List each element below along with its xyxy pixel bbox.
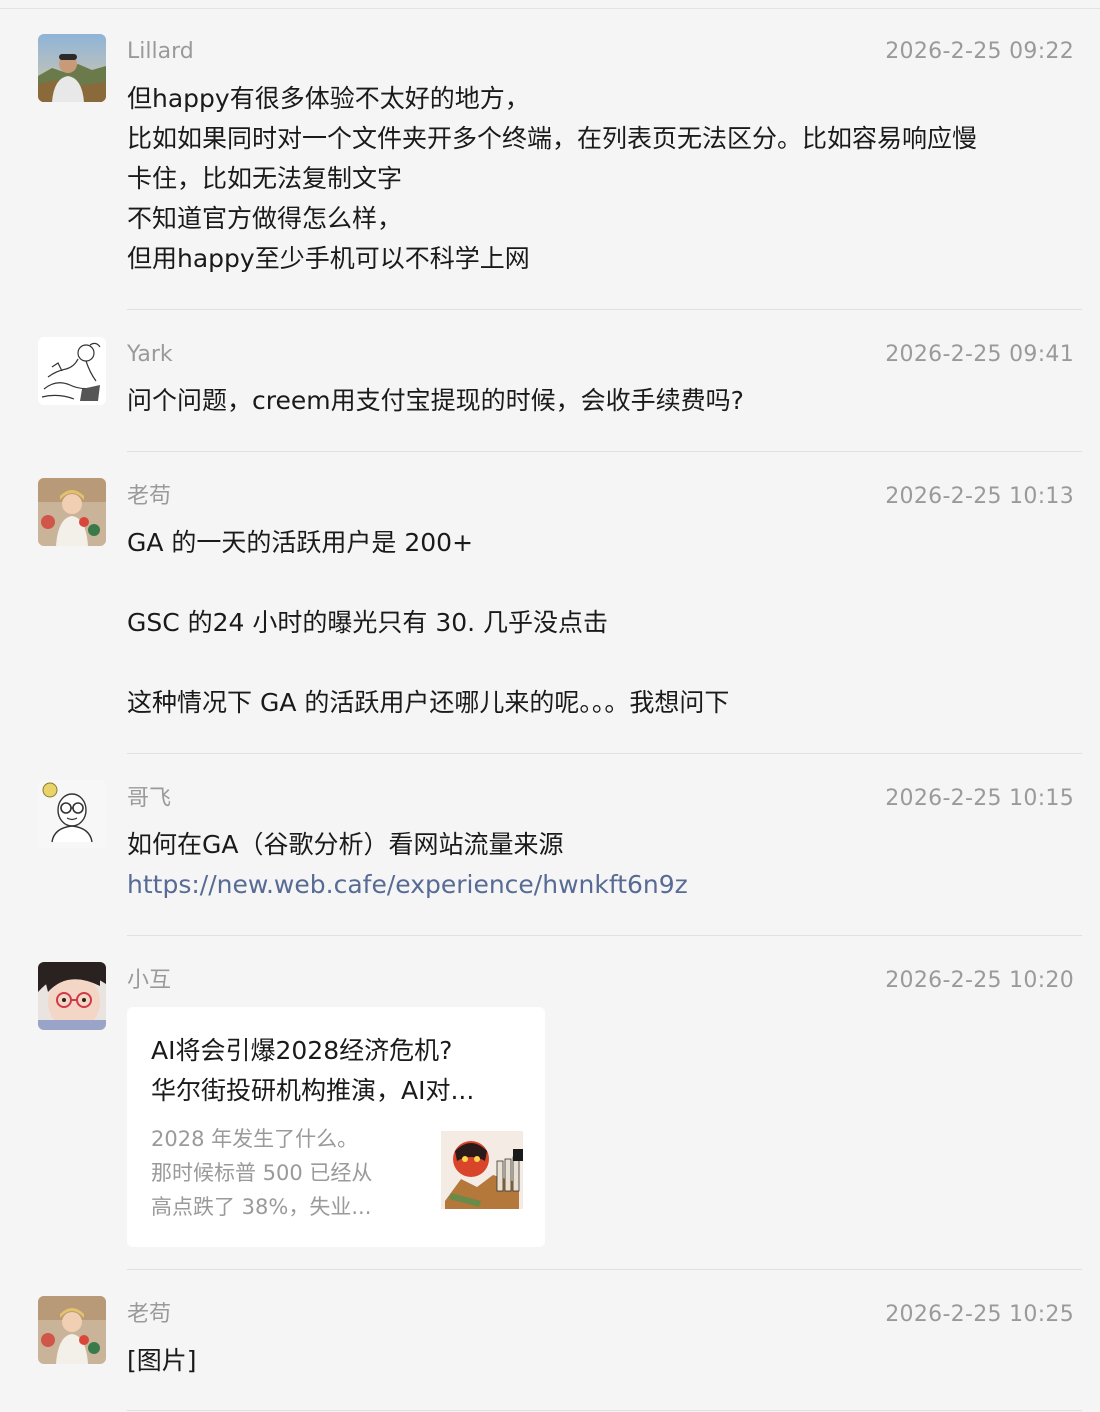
message-line: 比如如果同时对一个文件夹开多个终端，在列表页无法区分。比如容易响应慢 [127,124,978,153]
message-text: [图片] [127,1341,1082,1381]
article-card[interactable]: AI将会引爆2028经济危机? 华尔街投研机构推演，AI对... 2028 年发… [127,1007,545,1247]
message-line [127,563,1082,603]
avatar[interactable] [38,34,106,102]
avatar[interactable] [38,962,106,1030]
message-text: 但happy有很多体验不太好的地方， 比如如果同时对一个文件夹开多个终端，在列表… [127,79,1082,279]
message-line: 问个问题，creem用支付宝提现的时候，会收手续费吗? [127,386,744,415]
message-line image-placeholder[interactable]: [图片] [127,1341,1082,1381]
article-thumbnail-image [441,1131,523,1209]
timestamp: 2026-2-25 09:22 [885,39,1074,64]
sender-name: 老苟 [127,1302,172,1327]
top-divider [0,8,1100,9]
avatar[interactable] [38,478,106,546]
girl-glasses-avatar [38,962,106,1030]
article-card-description: 2028 年发生了什么。 那时候标普 500 已经从 高点跌了 38%，失业..… [151,1122,421,1224]
message-link[interactable]: https://new.web.cafe/experience/hwnkft6n… [127,865,1082,905]
child-photo-avatar [38,478,106,546]
article-card-title: AI将会引爆2028经济危机? 华尔街投研机构推演，AI对... [151,1031,531,1111]
timestamp: 2026-2-25 10:15 [885,786,1074,811]
message-line: 卡住，比如无法复制文字 [127,164,403,193]
timestamp: 2026-2-25 10:25 [885,1302,1074,1327]
cartoon-glasses-avatar [38,780,106,848]
message-line: 但用happy至少手机可以不科学上网 [127,244,530,273]
message-text: 问个问题，creem用支付宝提现的时候，会收手续费吗? [127,381,1082,421]
person-photo-avatar [38,34,106,102]
message-text: 如何在GA（谷歌分析）看网站流量来源 https://new.web.cafe/… [127,825,1082,905]
message-text: GA 的一天的活跃用户是 200+ GSC 的24 小时的曝光只有 30. 几乎… [127,523,1082,723]
article-title-line: AI将会引爆2028经济危机? [151,1036,453,1065]
timestamp: 2026-2-25 10:20 [885,968,1074,993]
timestamp: 2026-2-25 09:41 [885,342,1074,367]
child-photo-avatar [38,1296,106,1364]
message-line: 不知道官方做得怎么样， [127,204,403,233]
message-line: GSC 的24 小时的曝光只有 30. 几乎没点击 [127,608,609,637]
message-line: GA 的一天的活跃用户是 200+ [127,528,474,557]
avatar[interactable] [38,1296,106,1364]
article-desc-line: 那时候标普 500 已经从 [151,1161,373,1185]
message-line: 但happy有很多体验不太好的地方， [127,84,530,113]
article-desc-line: 高点跌了 38%，失业... [151,1195,372,1219]
article-thumbnail [441,1131,523,1209]
message-divider [127,1269,1082,1270]
message-line: 这种情况下 GA 的活跃用户还哪儿来的呢。。。我想问下 [127,688,730,717]
article-title-line: 华尔街投研机构推演，AI对... [151,1076,475,1105]
sketch-drawing-avatar [38,337,106,405]
avatar[interactable] [38,780,106,848]
sender-name: 小互 [127,968,172,993]
timestamp: 2026-2-25 10:13 [885,484,1074,509]
message-divider [127,1410,1082,1411]
article-desc-line: 2028 年发生了什么。 [151,1127,359,1151]
message-line [127,643,1082,683]
message-divider [127,451,1082,452]
message-line: 如何在GA（谷歌分析）看网站流量来源 [127,830,564,859]
avatar[interactable] [38,337,106,405]
message-divider [127,935,1082,936]
sender-name: 哥飞 [127,786,172,811]
sender-name: Yark [127,342,173,367]
message-divider [127,309,1082,310]
sender-name: 老苟 [127,484,172,509]
sender-name: Lillard [127,39,194,64]
message-divider [127,753,1082,754]
